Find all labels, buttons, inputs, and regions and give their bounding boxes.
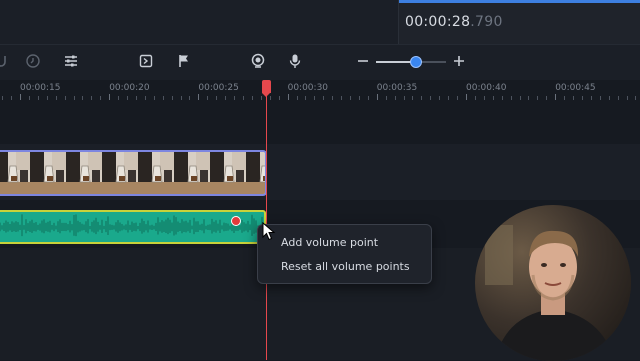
snap-icon[interactable]: [0, 52, 10, 70]
timecode-display: 00:00:28.790: [405, 14, 503, 30]
video-thumbnail-frame: [138, 152, 174, 194]
video-clip[interactable]: [0, 150, 267, 196]
ruler-label: 00:00:40: [466, 83, 507, 93]
track-row-empty: [0, 100, 640, 144]
preview-timecode-panel: 00:00:28.790: [398, 0, 640, 44]
waveform-path: [0, 214, 263, 237]
video-thumbnail-frame: [102, 152, 138, 194]
ruler-label: 00:00:20: [109, 83, 150, 93]
plus-icon[interactable]: [450, 52, 468, 70]
video-thumbnail-frame: [246, 152, 265, 194]
ruler-label: 00:00:30: [287, 83, 329, 93]
ruler-label: 00:00:25: [198, 83, 239, 93]
audio-clip[interactable]: [0, 210, 266, 244]
ruler-label: 00:00:35: [376, 83, 418, 93]
timeline-ruler[interactable]: 00:00:15 00:00:20 00:00:25 00:00:30 00:00:35…: [0, 80, 640, 100]
video-thumbnail-frame: [0, 152, 30, 194]
mouse-cursor-icon: [262, 222, 276, 241]
presenter-image: [475, 205, 631, 361]
speed-icon[interactable]: [24, 52, 42, 70]
context-menu: Add volume point Reset all volume points: [257, 224, 432, 284]
video-thumbnail-frame: [174, 152, 210, 194]
menu-item-reset-volume-points[interactable]: Reset all volume points: [281, 260, 410, 273]
playhead-handle[interactable]: [262, 80, 271, 97]
crop-icon[interactable]: [137, 52, 155, 70]
zoom-slider-fill: [376, 61, 415, 63]
marker-flag-icon[interactable]: [175, 52, 193, 70]
timecode-fraction: .790: [470, 14, 503, 30]
timecode-main: 00:00:28: [405, 14, 471, 30]
microphone-icon[interactable]: [286, 52, 304, 70]
audio-waveform: [0, 214, 263, 237]
video-thumbnail-frame: [30, 152, 66, 194]
record-icon[interactable]: [249, 52, 267, 70]
webcam-overlay: [475, 205, 631, 361]
adjust-icon[interactable]: [62, 52, 80, 70]
ruler-label: 00:00:45: [555, 83, 596, 93]
ruler-label: 00:00:15: [20, 83, 61, 93]
zoom-slider-knob[interactable]: [409, 56, 422, 68]
preview-progress-bar[interactable]: [399, 0, 640, 3]
video-thumbnail-frame: [210, 152, 246, 194]
timeline-toolbar: [0, 44, 640, 81]
menu-item-add-volume-point[interactable]: Add volume point: [281, 236, 378, 249]
video-thumbnail-frame: [66, 152, 102, 194]
minus-icon[interactable]: [354, 52, 372, 70]
volume-point[interactable]: [231, 216, 241, 226]
